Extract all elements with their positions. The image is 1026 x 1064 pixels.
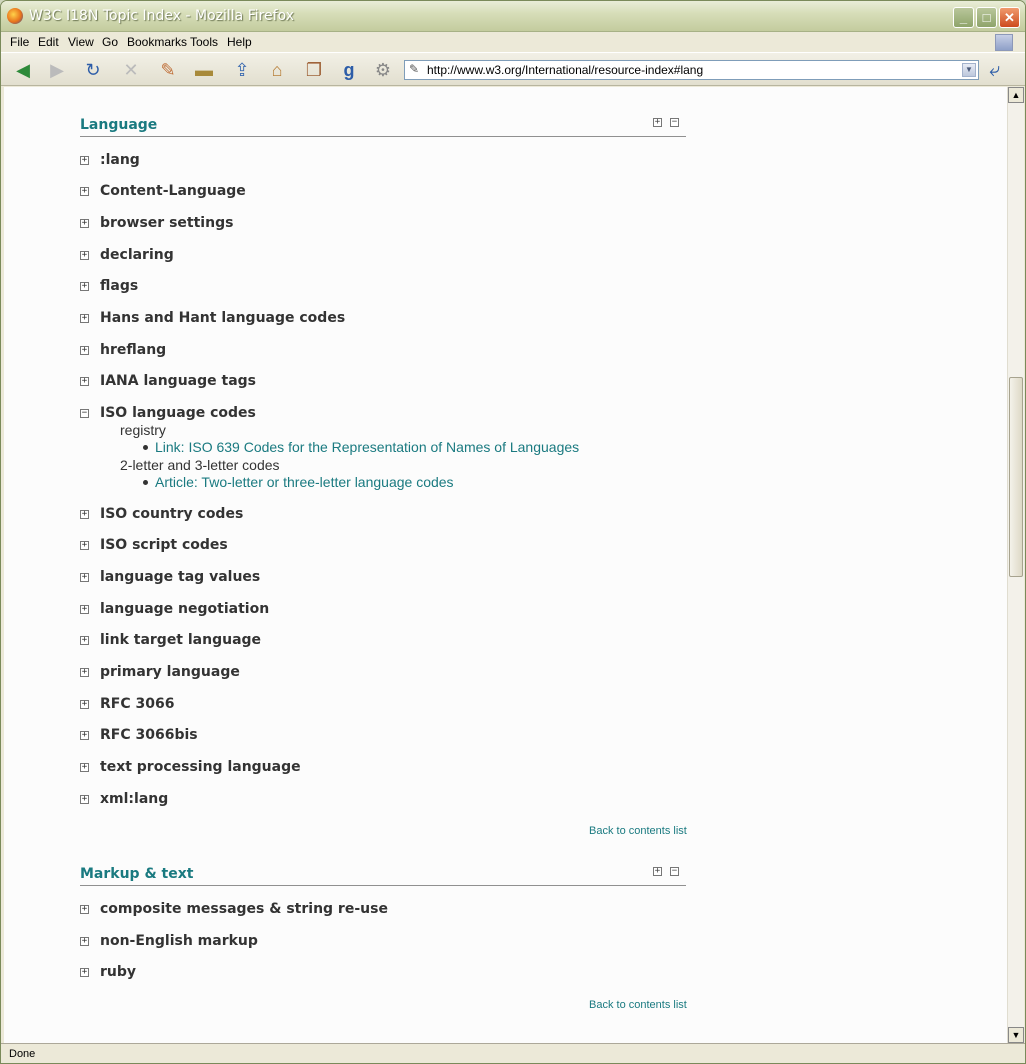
section-language: Language + − <box>80 115 686 137</box>
subtopic-label: 2-letter and 3-letter codes <box>120 457 280 473</box>
expand-icon[interactable]: + <box>80 731 89 740</box>
expand-icon[interactable]: + <box>80 346 89 355</box>
subtopic-label: registry <box>120 422 166 438</box>
expand-all-icon[interactable]: + <box>653 867 662 876</box>
expand-icon[interactable]: + <box>80 187 89 196</box>
collapse-all-icon[interactable]: − <box>670 867 679 876</box>
settings-icon[interactable]: ⚙ <box>371 59 395 81</box>
go-icon[interactable]: ⤶ <box>989 59 1000 82</box>
resource-link[interactable]: Article: Two-letter or three-letter lang… <box>155 474 454 490</box>
scrollbar-thumb[interactable] <box>1009 377 1023 577</box>
menu-edit[interactable]: Edit <box>38 35 59 49</box>
back-to-contents-link[interactable]: Back to contents list <box>589 825 687 837</box>
expand-icon[interactable]: + <box>80 510 89 519</box>
resource-link[interactable]: Link: ISO 639 Codes for the Representati… <box>155 439 579 455</box>
back-icon[interactable]: ◀ <box>11 59 35 81</box>
reload-icon[interactable]: ↻ <box>81 59 105 81</box>
menu-file[interactable]: File <box>10 35 29 49</box>
expand-icon[interactable]: + <box>80 763 89 772</box>
bullet <box>143 445 148 450</box>
expand-icon[interactable]: + <box>80 541 89 550</box>
collapse-all-icon[interactable]: − <box>670 118 679 127</box>
stop-icon[interactable]: ✕ <box>119 59 143 81</box>
expand-icon[interactable]: + <box>80 795 89 804</box>
expand-icon[interactable]: + <box>80 377 89 386</box>
title-bar: W3C I18N Topic Index - Mozilla Firefox _… <box>1 1 1025 32</box>
throbber-icon <box>995 34 1013 51</box>
menu-bookmarks[interactable]: Bookmarks <box>127 35 187 49</box>
expand-all-icon[interactable]: + <box>653 118 662 127</box>
menu-tools[interactable]: Tools <box>190 35 218 49</box>
minimize-button[interactable]: _ <box>953 7 974 28</box>
menu-bar: File Edit View Go Bookmarks Tools Help <box>1 32 1025 52</box>
expand-icon[interactable]: + <box>80 937 89 946</box>
vertical-scrollbar[interactable]: ▲ ▼ <box>1007 87 1024 1043</box>
expand-icon[interactable]: + <box>80 314 89 323</box>
window-title: W3C I18N Topic Index - Mozilla Firefox <box>29 8 295 24</box>
section-markup-text: Markup & text + − <box>80 864 686 886</box>
expand-icon[interactable]: + <box>80 251 89 260</box>
status-bar: Done <box>1 1043 1025 1063</box>
expand-icon[interactable]: + <box>80 605 89 614</box>
home-icon[interactable]: ⌂ <box>265 59 289 81</box>
navigation-toolbar: ◀ ▶ ↻ ✕ ✎ ▬ ⇪ ⌂ ❐ g ⚙ ✎ http://www.w3.or… <box>1 52 1025 86</box>
section-title: Language <box>80 117 158 133</box>
section-header: Markup & text + − <box>80 864 686 886</box>
bookmark-icon[interactable]: ✎ <box>156 59 180 81</box>
google-icon[interactable]: g <box>337 59 361 81</box>
forward-icon[interactable]: ▶ <box>45 59 69 81</box>
menu-help[interactable]: Help <box>227 35 252 49</box>
url-text: http://www.w3.org/International/resource… <box>427 63 704 77</box>
browser-window: W3C I18N Topic Index - Mozilla Firefox _… <box>0 0 1026 1064</box>
expand-icon[interactable]: + <box>80 282 89 291</box>
section-header: Language + − <box>80 115 686 137</box>
page-content: Language + − +:lang + Content-Language + b… <box>4 87 1007 1043</box>
expand-icon[interactable]: + <box>80 968 89 977</box>
scroll-down-icon[interactable]: ▼ <box>1008 1027 1024 1043</box>
section-title: Markup & text <box>80 866 194 882</box>
menu-go[interactable]: Go <box>102 35 118 49</box>
collapse-icon[interactable]: − <box>80 409 89 418</box>
menu-view[interactable]: View <box>68 35 94 49</box>
status-text: Done <box>9 1048 36 1060</box>
bullet <box>143 480 148 485</box>
expand-icon[interactable]: + <box>80 636 89 645</box>
page-icon: ✎ <box>409 62 420 76</box>
history-icon[interactable]: ❐ <box>302 59 326 81</box>
expand-icon[interactable]: + <box>80 668 89 677</box>
close-button[interactable]: ✕ <box>999 7 1020 28</box>
expand-icon[interactable]: + <box>80 219 89 228</box>
url-dropdown-icon[interactable]: ▼ <box>962 63 976 77</box>
upload-icon[interactable]: ⇪ <box>230 59 254 81</box>
expand-icon[interactable]: + <box>80 700 89 709</box>
expand-icon[interactable]: + <box>80 905 89 914</box>
back-to-contents-link[interactable]: Back to contents list <box>589 999 687 1011</box>
maximize-button[interactable]: □ <box>976 7 997 28</box>
scroll-up-icon[interactable]: ▲ <box>1008 87 1024 103</box>
print-icon[interactable]: ▬ <box>192 59 216 81</box>
expand-icon[interactable]: + <box>80 156 89 165</box>
firefox-icon <box>7 8 23 24</box>
url-bar[interactable]: ✎ http://www.w3.org/International/resour… <box>404 60 979 80</box>
expand-icon[interactable]: + <box>80 573 89 582</box>
